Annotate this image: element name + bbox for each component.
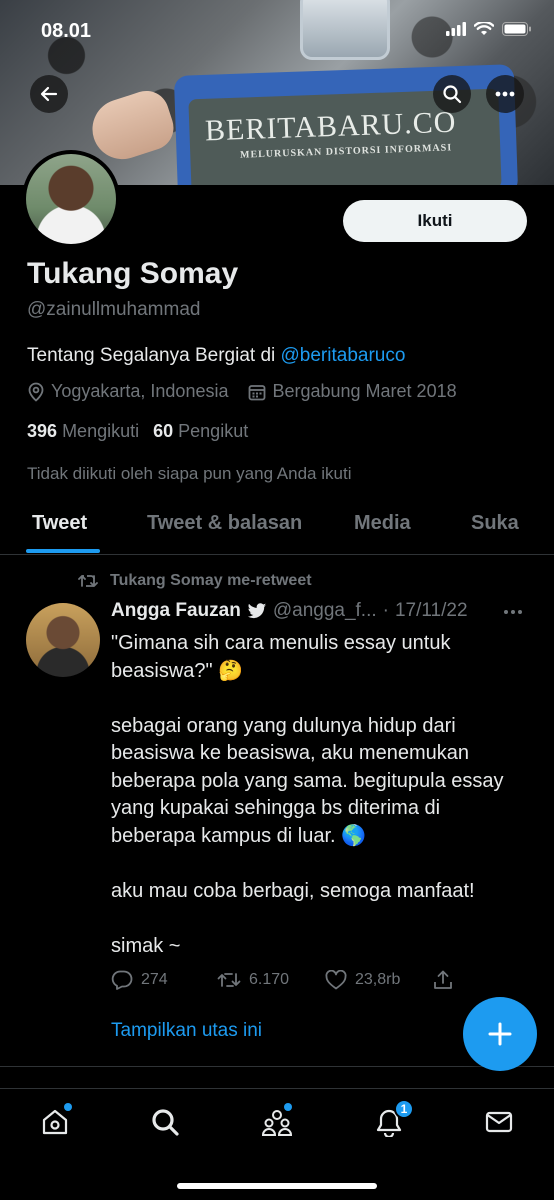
tweet-more-button[interactable] (503, 598, 523, 621)
nav-communities[interactable] (260, 1103, 294, 1139)
following-label: Mengikuti (62, 421, 140, 441)
tweet-author-handle[interactable]: @angga_f... (273, 600, 377, 622)
tweet-date[interactable]: 17/11/22 (395, 600, 468, 622)
compose-tweet-button[interactable] (463, 997, 537, 1071)
tweet-line: beberapa pola yang sama. begitupula essa… (111, 769, 504, 792)
search-icon (152, 1109, 179, 1136)
search-icon (443, 85, 462, 104)
bio-text: Tentang Segalanya Bergiat di (27, 345, 281, 366)
avatar-image (26, 154, 116, 244)
following-count: 396 (27, 421, 58, 441)
join-date: Bergabung Maret 2018 (248, 381, 457, 402)
tweet-dot-separator: · (382, 600, 389, 621)
share-button[interactable] (433, 970, 453, 990)
tweet-text[interactable]: "Gimana sih cara menulis essay untuk bea… (111, 630, 541, 960)
more-icon (495, 91, 515, 97)
nav-notifications[interactable]: 1 (372, 1099, 414, 1139)
more-icon (504, 610, 522, 614)
status-icons (446, 22, 532, 36)
retweet-icon (78, 575, 98, 587)
signal-icon (446, 22, 466, 36)
nav-home[interactable] (38, 1103, 72, 1139)
nav-search[interactable] (148, 1105, 182, 1139)
retweet-note: Tukang Somay me-retweet (110, 572, 312, 589)
home-indicator[interactable] (177, 1183, 377, 1189)
tab-likes[interactable]: Suka (471, 512, 519, 535)
show-thread-link[interactable]: Tampilkan utas ini (111, 1020, 262, 1042)
back-button[interactable] (30, 75, 68, 113)
tab-media[interactable]: Media (354, 512, 411, 535)
status-time: 08.01 (41, 20, 92, 42)
profile-meta: Yogyakarta, Indonesia Bergabung Maret 20… (27, 381, 471, 402)
profile-handle: @zainullmuhammad (27, 299, 201, 320)
status-bar: 08.01 (0, 0, 554, 64)
tweet-line: aku mau coba berbagi, semoga manfaat! (111, 879, 475, 902)
location-text: Yogyakarta, Indonesia (51, 381, 229, 401)
like-button[interactable]: 23,8rb (325, 970, 433, 990)
home-icon (42, 1109, 68, 1135)
tweet-actions: 274 6.170 23,8rb (111, 970, 453, 990)
tweet-header: Angga Fauzan @angga_f... · 17/11/22 (111, 600, 468, 622)
profile-avatar[interactable] (22, 150, 120, 248)
tweet-divider (0, 1066, 554, 1067)
tweet-line: beasiswa ke beasiswa, aku menemukan (111, 742, 469, 764)
heart-icon (325, 970, 347, 990)
retweet-context[interactable]: Tukang Somay me-retweet (78, 572, 312, 590)
more-button[interactable] (486, 75, 524, 113)
tab-tweet-replies[interactable]: Tweet & balasan (147, 512, 302, 535)
active-tab-indicator (26, 549, 100, 553)
not-followed-note: Tidak diikuti oleh siapa pun yang Anda i… (27, 464, 352, 483)
tweet-line: "Gimana sih cara menulis essay untuk (111, 632, 451, 654)
join-date-text: Bergabung Maret 2018 (272, 381, 457, 401)
profile-name: Tukang Somay (27, 257, 239, 290)
follow-counts: 396 Mengikuti 60 Pengikut (27, 421, 248, 442)
arrow-left-icon (40, 86, 58, 102)
plus-icon (488, 1022, 512, 1046)
tab-tweet[interactable]: Tweet (32, 512, 87, 535)
profile-tabs: Tweet Tweet & balasan Media Suka (0, 500, 554, 555)
retweet-count: 6.170 (249, 971, 290, 988)
tweet-line: sebagai orang yang dulunya hidup dari (111, 714, 456, 737)
tweet-author-avatar[interactable] (26, 603, 100, 677)
retweet-button[interactable]: 6.170 (217, 971, 325, 989)
reply-icon (111, 970, 133, 990)
location: Yogyakarta, Indonesia (27, 381, 228, 402)
calendar-icon (249, 384, 266, 400)
reply-count: 274 (141, 971, 168, 988)
tweet-line-gap (111, 850, 541, 878)
reply-button[interactable]: 274 (111, 970, 217, 990)
retweet-icon (217, 973, 241, 987)
tweet-line-gap (111, 685, 541, 713)
communities-icon (261, 1110, 293, 1136)
bio-mention-link[interactable]: @beritabaruco (281, 345, 406, 366)
battery-icon (502, 22, 531, 36)
wifi-icon (474, 22, 494, 35)
like-count: 23,8rb (355, 971, 401, 988)
share-icon (434, 970, 452, 989)
followers-label: Pengikut (178, 421, 249, 441)
tweet-line: yang kupakai sehingga bs diterima di (111, 797, 441, 819)
tweet-line: beasiswa?" 🤔 (111, 659, 244, 682)
followers-link[interactable]: 60 Pengikut (153, 421, 248, 442)
home-unread-dot (64, 1103, 72, 1111)
tweet-line: simak ~ (111, 934, 181, 957)
tweet-line-gap (111, 905, 541, 933)
messages-icon (485, 1111, 513, 1133)
twitter-bird-icon (247, 602, 267, 618)
followers-count: 60 (153, 421, 174, 441)
tweet-line: beberapa kampus di luar. 🌎 (111, 824, 367, 847)
communities-unread-dot (284, 1103, 292, 1111)
follow-button[interactable]: Ikuti (343, 200, 527, 242)
profile-bio: Tentang Segalanya Bergiat di @beritabaru… (27, 345, 405, 367)
search-button[interactable] (433, 75, 471, 113)
nav-messages[interactable] (482, 1105, 516, 1139)
tweet-author-name[interactable]: Angga Fauzan (111, 600, 241, 622)
following-link[interactable]: 396 Mengikuti (27, 421, 139, 442)
location-pin-icon (28, 382, 44, 402)
notifications-badge: 1 (394, 1099, 414, 1119)
